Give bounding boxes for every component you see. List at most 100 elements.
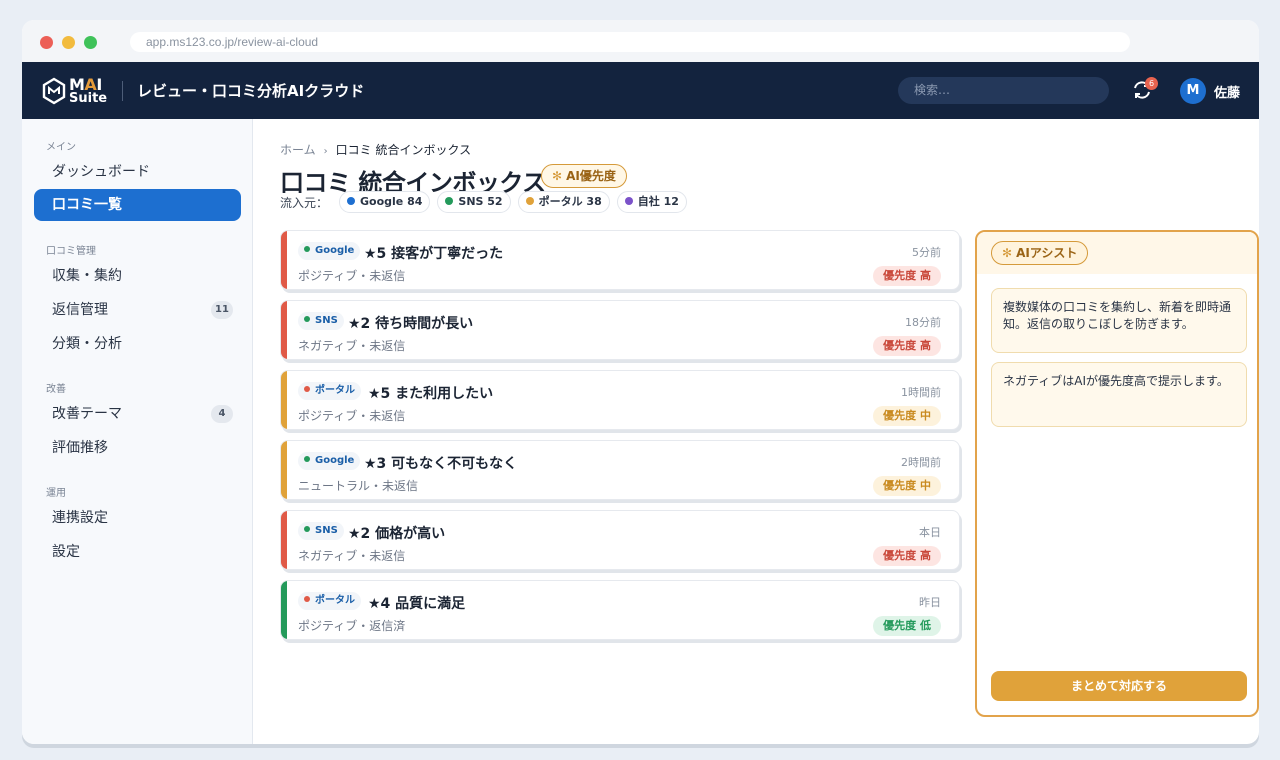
priority-badge: 優先度 高 xyxy=(873,546,941,566)
priority-badge: 優先度 低 xyxy=(873,616,941,636)
sidebar-section-improvement: 改善 xyxy=(46,384,66,395)
review-source-tag: ポータル xyxy=(298,592,361,610)
sidebar-item-improvement-themes[interactable]: 改善テーマ 4 xyxy=(34,398,241,430)
priority-color-bar xyxy=(281,231,287,289)
browser-chrome: app.ms123.co.jp/review-ai-cloud xyxy=(22,20,1259,62)
search-input[interactable]: 検索… xyxy=(898,77,1109,104)
app-logo[interactable]: MAI Suite xyxy=(42,75,108,107)
review-title: ★4 品質に満足 xyxy=(368,596,466,612)
source-chip[interactable]: ポータル 38 xyxy=(517,191,610,213)
review-card[interactable]: ポータル ★5 また利用したい ポジティブ・未返信 1時間前 優先度 中 xyxy=(280,370,960,430)
source-chip-label: ポータル 38 xyxy=(538,195,602,208)
review-card[interactable]: SNS ★2 待ち時間が長いネガティブ・未返信 18分前優先度 高 xyxy=(280,300,960,360)
review-status: ネガティブ・未返信 xyxy=(298,339,406,353)
source-dot-icon xyxy=(304,456,310,462)
sidebar-item-dashboard[interactable]: ダッシュボード xyxy=(34,156,241,188)
ai-assist-message: 複数媒体の口コミを集約し、新着を即時通知。返信の取りこぼしを防ぎます。 xyxy=(991,288,1247,353)
reply-count-badge: 11 xyxy=(211,301,233,319)
review-title: ★5 接客が丁寧だった xyxy=(364,246,504,262)
ai-assist-header: ✻ AIアシスト xyxy=(977,232,1257,274)
ai-assist-title: ✻ AIアシスト xyxy=(991,241,1089,265)
ai-assist-panel: ✻ AIアシスト 複数媒体の口コミを集約し、新着を即時通知。返信の取りこぼしを防ぎ… xyxy=(975,230,1259,717)
review-time: 本日 xyxy=(919,526,941,539)
review-source-tag: Google xyxy=(298,452,361,470)
logo-suite-text: Suite xyxy=(69,91,108,106)
source-filter-chips: Google 84 SNS 52 ポータル 38 自社 12 xyxy=(339,191,687,213)
sidebar-item-label: 改善テーマ xyxy=(52,406,122,422)
review-time: 2時間前 xyxy=(901,456,941,469)
sources-label: 流入元： xyxy=(280,196,329,210)
review-source-tag: Google xyxy=(298,242,361,260)
source-chip[interactable]: 自社 12 xyxy=(616,191,687,213)
source-dot-icon xyxy=(304,526,310,532)
chevron-right-icon: › xyxy=(323,146,328,157)
source-chip-label: SNS 52 xyxy=(458,195,503,208)
source-chip-label: Google 84 xyxy=(360,195,423,208)
sidebar-item-integration-settings[interactable]: 連携設定 xyxy=(34,502,241,534)
priority-color-bar xyxy=(281,511,287,569)
sidebar-item-review-list[interactable]: 口コミ一覧 xyxy=(34,189,241,221)
sidebar-section-main: メイン xyxy=(46,142,76,153)
review-title: ★2 待ち時間が長い xyxy=(348,316,474,332)
ai-priority-badge[interactable]: ✻ AI優先度 xyxy=(541,164,627,188)
review-time: 昨日 xyxy=(919,596,941,609)
source-dot-icon xyxy=(304,596,310,602)
review-source-tag: ポータル xyxy=(298,382,361,400)
review-time: 1時間前 xyxy=(901,386,941,399)
breadcrumb-current: 口コミ 統合インボックス xyxy=(335,143,472,157)
priority-badge: 優先度 中 xyxy=(873,476,941,496)
source-dot-icon xyxy=(304,316,310,322)
source-chip[interactable]: Google 84 xyxy=(339,191,431,213)
sidebar-item-collection[interactable]: 収集・集約 xyxy=(34,260,241,292)
review-status: ポジティブ・未返信 xyxy=(298,269,406,283)
review-status: ポジティブ・未返信 xyxy=(298,409,406,423)
review-title: ★2 価格が高い xyxy=(348,526,446,542)
minimize-window-button[interactable] xyxy=(62,36,75,49)
review-card[interactable]: ポータル ★4 品質に満足ポジティブ・返信済 昨日優先度 低 xyxy=(280,580,960,640)
review-title: ★3 可もなく不可もなく xyxy=(364,456,518,472)
source-chip[interactable]: SNS 52 xyxy=(437,191,511,213)
address-bar[interactable]: app.ms123.co.jp/review-ai-cloud xyxy=(130,32,1130,52)
review-status: ポジティブ・返信済 xyxy=(298,619,406,633)
sidebar-item-classification[interactable]: 分類・分析 xyxy=(34,328,241,360)
priority-color-bar xyxy=(281,371,287,429)
priority-color-bar xyxy=(281,441,287,499)
priority-color-bar xyxy=(281,581,287,639)
review-time: 18分前 xyxy=(905,316,941,329)
sidebar-item-label: 返信管理 xyxy=(52,302,108,318)
review-source-tag: SNS xyxy=(298,312,344,330)
avatar[interactable]: M xyxy=(1180,78,1206,104)
sidebar-item-settings[interactable]: 設定 xyxy=(34,536,241,568)
priority-color-bar xyxy=(281,301,287,359)
source-dot-icon xyxy=(445,197,454,205)
review-status: ネガティブ・未返信 xyxy=(298,549,406,563)
maximize-window-button[interactable] xyxy=(84,36,97,49)
close-window-button[interactable] xyxy=(40,36,53,49)
ai-assist-message: ネガティブはAIが優先度高で提示します。 xyxy=(991,362,1247,427)
source-dot-icon xyxy=(347,197,355,205)
source-dot-icon xyxy=(304,386,310,392)
sidebar: メイン ダッシュボード 口コミ一覧 口コミ管理 収集・集約 返信管理 11 分類… xyxy=(22,119,253,744)
main-content: ホーム › 口コミ 統合インボックス 口コミ 統合インボックス ✻ AI優先度 流入元… xyxy=(253,119,1259,744)
breadcrumb: ホーム › 口コミ 統合インボックス xyxy=(280,141,471,158)
breadcrumb-home-link[interactable]: ホーム xyxy=(280,143,316,157)
source-chip-label: 自社 12 xyxy=(637,195,679,208)
notification-count-badge: 6 xyxy=(1145,77,1158,90)
app-header: MAI Suite レビュー・口コミ分析AIクラウド 検索… 6 M 佐藤 xyxy=(22,62,1259,119)
review-card[interactable]: Google ★5 接客が丁寧だった ポジティブ・未返信 5分前 優先度 高 xyxy=(280,230,960,290)
source-dot-icon xyxy=(624,197,633,205)
app-title: レビュー・口コミ分析AIクラウド xyxy=(137,82,365,100)
sidebar-item-rating-trend[interactable]: 評価推移 xyxy=(34,432,241,464)
priority-badge: 優先度 高 xyxy=(873,336,941,356)
header-divider xyxy=(122,81,123,101)
sparkle-icon: ✻ xyxy=(552,169,563,183)
review-title: ★5 また利用したい xyxy=(368,386,494,402)
sidebar-item-reply-management[interactable]: 返信管理 11 xyxy=(34,294,241,326)
review-card[interactable]: Google ★3 可もなく不可もなく ニュートラル・未返信 2時間前 優先度 中 xyxy=(280,440,960,500)
browser-window: app.ms123.co.jp/review-ai-cloud MAI Suit… xyxy=(22,20,1259,744)
user-name[interactable]: 佐藤 xyxy=(1214,82,1240,101)
review-card[interactable]: SNS ★2 価格が高い ネガティブ・未返信 本日 優先度 高 xyxy=(280,510,960,570)
bulk-respond-button[interactable]: まとめて対応する xyxy=(991,671,1247,701)
sidebar-section-operation: 運用 xyxy=(46,488,66,499)
review-time: 5分前 xyxy=(912,246,941,259)
